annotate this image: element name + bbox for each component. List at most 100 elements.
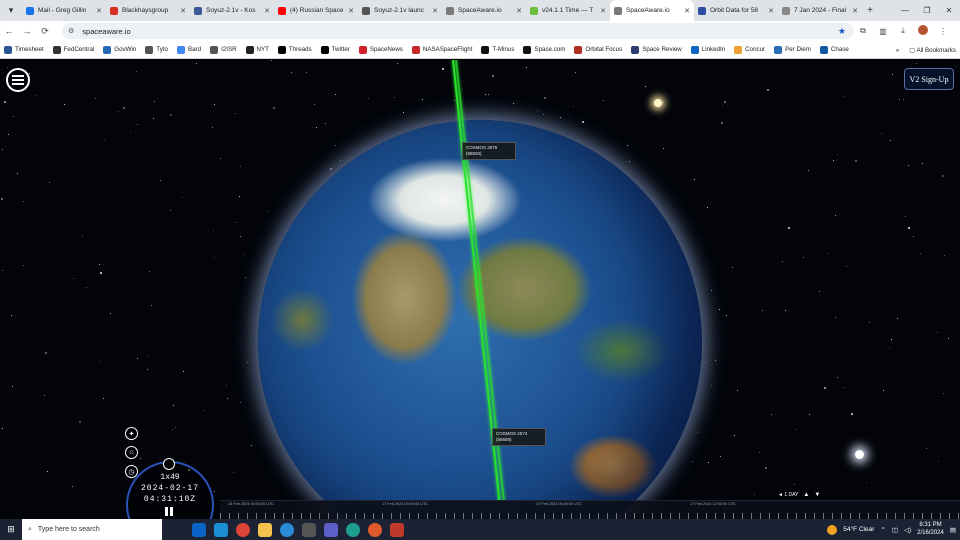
chrome-icon[interactable] (236, 522, 250, 537)
tab-close-icon[interactable]: ✕ (516, 7, 522, 15)
bookmark-item[interactable]: Orbital Focus (574, 45, 622, 54)
taskbar-search-box[interactable]: ⌕ Type here to search (22, 519, 162, 540)
satellite-label[interactable]: COSMOS 2574 (58658) (492, 428, 546, 446)
browser-tab[interactable]: SpaceAware.io ✕ (610, 0, 694, 21)
side-panel-icon[interactable]: ▥ (876, 27, 890, 36)
profile-avatar[interactable] (916, 25, 930, 37)
tab-close-icon[interactable]: ✕ (96, 7, 102, 15)
edge-icon[interactable] (280, 522, 294, 537)
star (45, 352, 47, 354)
taskbar-clock[interactable]: 8:31 PM 2/16/2024 (917, 522, 944, 536)
bookmark-item[interactable]: Threads (277, 45, 312, 54)
bookmark-favicon-icon (523, 45, 532, 54)
tab-close-icon[interactable]: ✕ (180, 7, 186, 15)
browser-tab[interactable]: Mail - Greg Gillin ✕ (22, 0, 106, 21)
back-icon[interactable]: ← (0, 22, 18, 40)
bookmark-item[interactable]: Tyto (145, 45, 168, 54)
tab-search-icon[interactable]: ▾ (0, 0, 22, 21)
bookmark-item[interactable]: GovWin (103, 45, 136, 54)
home-icon[interactable]: ⌂ (125, 446, 138, 459)
zoom-up-icon[interactable]: ▲ (803, 492, 809, 498)
close-window-icon[interactable]: ✕ (938, 0, 960, 21)
tab-close-icon[interactable]: ✕ (684, 7, 690, 15)
outlook-icon[interactable] (192, 522, 206, 537)
bookmark-item[interactable]: NASASpaceFlight (411, 45, 472, 54)
volume-icon[interactable]: ◁) (904, 526, 911, 534)
pause-icon[interactable] (165, 507, 174, 516)
bookmark-item[interactable]: Twitter (320, 45, 350, 54)
network-icon[interactable]: ◫ (892, 526, 898, 534)
browser-tab[interactable]: v24.1.1 Time — T ✕ (526, 0, 610, 21)
star (23, 265, 24, 266)
timeline-bar[interactable]: 16 Feb 2024 16:00:00 UTC 17 Feb 2024 00:… (220, 500, 960, 519)
all-bookmarks-button[interactable]: ▢ All Bookmarks (909, 47, 956, 54)
browser-tab[interactable]: SpaceAware.io ✕ (442, 0, 526, 21)
app-icon[interactable] (390, 522, 404, 537)
browser-tab[interactable]: 7 Jan 2024 - Final ✕ (778, 0, 862, 21)
satellite-icon[interactable]: ✦ (125, 427, 138, 440)
bookmark-item[interactable]: I2ISR (210, 45, 237, 54)
forward-icon[interactable]: → (18, 22, 36, 40)
tab-close-icon[interactable]: ✕ (348, 7, 354, 15)
bookmark-item[interactable]: FedCentral (52, 45, 94, 54)
bookmark-item[interactable]: LinkedIn (690, 45, 725, 54)
tab-close-icon[interactable]: ✕ (432, 7, 438, 15)
extensions-icon[interactable]: ⧉ (856, 26, 870, 36)
notifications-icon[interactable]: ▤ (950, 526, 956, 534)
minimize-icon[interactable]: — (894, 0, 916, 21)
star (154, 101, 155, 102)
bookmark-item[interactable]: Concur (734, 45, 765, 54)
browser-tab[interactable]: Soyuz-2.1v - Kos ✕ (190, 0, 274, 21)
bookmark-item[interactable]: Timesheet (4, 45, 44, 54)
bookmark-item[interactable]: Space.com (523, 45, 565, 54)
star (99, 264, 100, 265)
teams-icon[interactable] (324, 522, 338, 537)
hamburger-menu-button[interactable] (6, 68, 30, 92)
bookmark-item[interactable]: SpaceNews (358, 45, 403, 54)
star (513, 103, 514, 104)
bookmark-star-icon[interactable]: ★ (838, 26, 846, 37)
signup-button[interactable]: V2 Sign-Up (904, 68, 954, 90)
calculator-icon[interactable] (302, 522, 316, 537)
new-tab-button[interactable]: + (862, 5, 878, 16)
bookmark-item[interactable]: Bard (176, 45, 201, 54)
browser-tab[interactable]: Soyuz-2.1v launc ✕ (358, 0, 442, 21)
windows-start-icon[interactable]: ⊞ (0, 519, 22, 540)
reload-icon[interactable]: ⟳ (36, 22, 54, 40)
browser-tab[interactable]: Orbit Data for 58 ✕ (694, 0, 778, 21)
browser-tab[interactable]: (4) Russian Space ✕ (274, 0, 358, 21)
satellite-label[interactable]: COSMOS 2575 (58820) (462, 142, 516, 160)
star (103, 398, 104, 399)
star (335, 145, 336, 146)
bookmark-item[interactable]: Chase (819, 45, 849, 54)
star (170, 210, 171, 211)
tab-close-icon[interactable]: ✕ (600, 7, 606, 15)
bookmark-item[interactable]: Per Diem (774, 45, 811, 54)
star (711, 385, 712, 386)
browser-tab[interactable]: Blackhaysgroup ✕ (106, 0, 190, 21)
tab-close-icon[interactable]: ✕ (264, 7, 270, 15)
restore-icon[interactable]: ❐ (916, 0, 938, 21)
weather-text[interactable]: 54°F Clear (843, 526, 874, 533)
star (147, 356, 148, 357)
skype-icon[interactable] (214, 522, 228, 537)
star (905, 216, 906, 217)
tab-close-icon[interactable]: ✕ (852, 7, 858, 15)
site-info-icon[interactable]: ⚙ (68, 27, 74, 35)
tray-chevron-icon[interactable]: ⌃ (880, 526, 885, 534)
file-explorer-icon[interactable] (258, 522, 272, 537)
bookmark-item[interactable]: NYT (245, 45, 269, 54)
globe-viewport[interactable]: COSMOS 2575 (58820) COSMOS 2574 (58658) … (0, 60, 960, 519)
address-bar[interactable]: ⚙ spaceaware.io ★ (62, 23, 854, 39)
edge-dev-icon[interactable] (346, 522, 360, 537)
zoom-down-icon[interactable]: ▼ (814, 492, 820, 498)
time-dial-knob[interactable] (163, 458, 175, 470)
bookmark-item[interactable]: T-Minus (481, 45, 514, 54)
tab-title: Orbit Data for 58 (710, 7, 759, 14)
chrome-menu-icon[interactable]: ⋮ (936, 27, 950, 36)
bookmark-item[interactable]: Space Review (631, 45, 682, 54)
tab-close-icon[interactable]: ✕ (768, 7, 774, 15)
download-icon[interactable]: ⤓ (896, 26, 910, 36)
bookmarks-more-button[interactable]: » (896, 47, 899, 54)
media-icon[interactable] (368, 522, 382, 537)
